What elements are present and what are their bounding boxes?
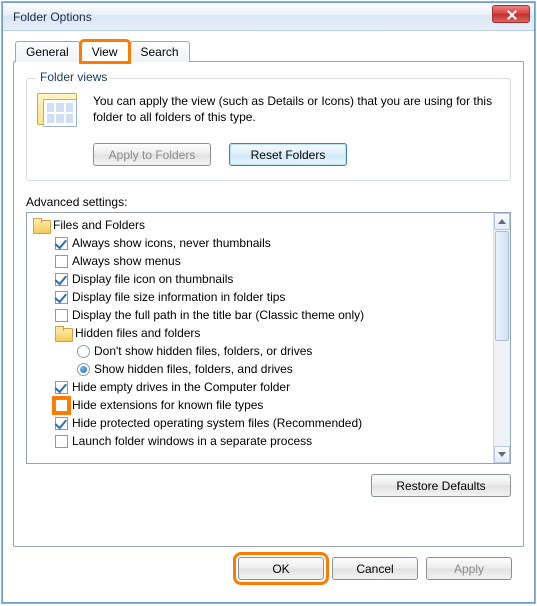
chevron-up-icon — [498, 219, 506, 224]
tree-item-label: Hide empty drives in the Computer folder — [72, 380, 290, 394]
close-button[interactable] — [492, 5, 530, 23]
cancel-button[interactable]: Cancel — [332, 557, 418, 580]
advanced-settings-list[interactable]: Files and Folders Always show icons, neve… — [26, 212, 511, 464]
close-icon — [505, 8, 517, 20]
tree-root-files-and-folders[interactable]: Files and Folders — [29, 216, 493, 234]
tree-item-label: Display the full path in the title bar (… — [72, 308, 364, 322]
tree-item-label: Display file icon on thumbnails — [72, 272, 233, 286]
tree-item-label: Don't show hidden files, folders, or dri… — [94, 344, 312, 358]
apply-button: Apply — [426, 557, 512, 580]
tree-item-label: Launch folder windows in a separate proc… — [72, 434, 312, 448]
radio[interactable] — [77, 345, 90, 358]
tree-item[interactable]: Hide extensions for known file types — [29, 396, 493, 414]
tree-root-label: Files and Folders — [53, 218, 145, 232]
window-title: Folder Options — [13, 10, 92, 24]
tree-folder[interactable]: Hidden files and folders — [29, 324, 493, 342]
folder-views-group: Folder views You can apply the view (suc… — [26, 78, 511, 181]
titlebar: Folder Options — [3, 3, 534, 31]
checkbox[interactable] — [55, 399, 68, 412]
checkbox[interactable] — [55, 417, 68, 430]
checkbox[interactable] — [55, 237, 68, 250]
tree-item[interactable]: Don't show hidden files, folders, or dri… — [29, 342, 493, 360]
scroll-thumb[interactable] — [495, 231, 509, 341]
tree-item-label: Always show menus — [72, 254, 181, 268]
folder-views-icon — [37, 93, 81, 133]
tree-item[interactable]: Display the full path in the title bar (… — [29, 306, 493, 324]
tree-item[interactable]: Always show menus — [29, 252, 493, 270]
tab-panel-view: Folder views You can apply the view (suc… — [13, 61, 524, 547]
ok-button[interactable]: OK — [238, 557, 324, 580]
advanced-settings-label: Advanced settings: — [26, 195, 511, 209]
checkbox[interactable] — [55, 309, 68, 322]
scrollbar[interactable] — [493, 213, 510, 463]
tree-item[interactable]: Display file size information in folder … — [29, 288, 493, 306]
checkbox[interactable] — [55, 255, 68, 268]
tree-item-label: Hidden files and folders — [75, 326, 200, 340]
folder-icon — [55, 326, 71, 340]
folder-views-legend: Folder views — [36, 70, 111, 84]
tree-item[interactable]: Hide protected operating system files (R… — [29, 414, 493, 432]
tree-item[interactable]: Hide empty drives in the Computer folder — [29, 378, 493, 396]
checkbox[interactable] — [55, 381, 68, 394]
reset-folders-button[interactable]: Reset Folders — [229, 143, 347, 166]
tree-item[interactable]: Launch folder windows in a separate proc… — [29, 432, 493, 450]
restore-defaults-button[interactable]: Restore Defaults — [371, 474, 511, 497]
scroll-up-button[interactable] — [494, 213, 510, 230]
tab-general[interactable]: General — [15, 41, 80, 62]
tree-item-label: Hide protected operating system files (R… — [72, 416, 362, 430]
folder-options-dialog: Folder Options General View Search Folde… — [2, 2, 535, 603]
checkbox[interactable] — [55, 435, 68, 448]
checkbox[interactable] — [55, 273, 68, 286]
tree-item[interactable]: Display file icon on thumbnails — [29, 270, 493, 288]
apply-to-folders-button: Apply to Folders — [93, 143, 211, 166]
checkbox[interactable] — [55, 291, 68, 304]
tab-search[interactable]: Search — [130, 41, 190, 62]
folder-icon — [33, 218, 49, 232]
radio[interactable] — [77, 363, 90, 376]
tree-item-label: Always show icons, never thumbnails — [72, 236, 271, 250]
chevron-down-icon — [498, 452, 506, 457]
tree-item[interactable]: Show hidden files, folders, and drives — [29, 360, 493, 378]
client-area: General View Search Folder views You can… — [3, 31, 534, 602]
tree-item[interactable]: Always show icons, never thumbnails — [29, 234, 493, 252]
tree-item-label: Display file size information in folder … — [72, 290, 285, 304]
tab-view[interactable]: View — [81, 41, 129, 62]
tree-item-label: Show hidden files, folders, and drives — [94, 362, 293, 376]
tab-strip: General View Search — [13, 37, 524, 61]
dialog-footer: OK Cancel Apply — [13, 547, 524, 592]
folder-views-description: You can apply the view (such as Details … — [93, 93, 500, 125]
tree-item-label: Hide extensions for known file types — [72, 398, 263, 412]
scroll-down-button[interactable] — [494, 446, 510, 463]
